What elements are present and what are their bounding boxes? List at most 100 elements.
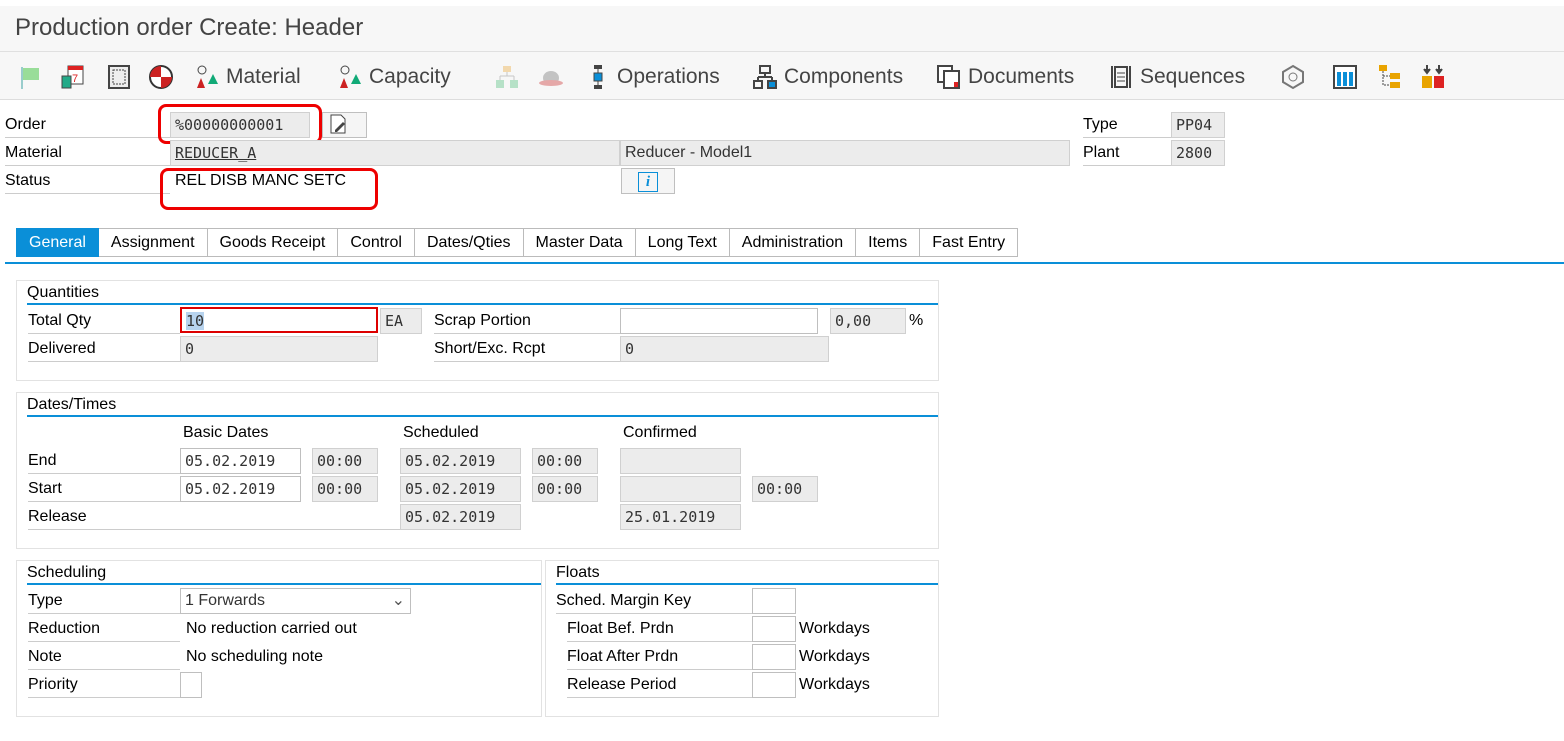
basic-dates-header: Basic Dates bbox=[183, 424, 269, 441]
sched-type-select[interactable]: 1 Forwards ⌄ bbox=[180, 588, 411, 614]
tab-items[interactable]: Items bbox=[856, 228, 921, 257]
table-button[interactable] bbox=[1332, 62, 1358, 92]
end-basic-date-input[interactable]: 05.02.2019 bbox=[180, 448, 301, 474]
tree-icon bbox=[1377, 64, 1403, 90]
note-value: No scheduling note bbox=[186, 648, 323, 665]
tab-control[interactable]: Control bbox=[338, 228, 415, 257]
toolbar: 7 Material Capacity Operations Component… bbox=[0, 52, 1564, 100]
calculator-button[interactable] bbox=[106, 62, 132, 92]
sched-type-label: Type bbox=[28, 588, 180, 614]
operations-icon bbox=[585, 64, 611, 90]
documents-icon bbox=[936, 64, 962, 90]
scheduling-title: Scheduling bbox=[27, 561, 541, 585]
delivered-field: 0 bbox=[180, 336, 378, 362]
status-info-button[interactable]: i bbox=[621, 168, 675, 194]
type-field: PP04 bbox=[1171, 112, 1225, 138]
hierarchy-icon bbox=[494, 64, 520, 90]
network-button[interactable] bbox=[1280, 62, 1306, 92]
note-label: Note bbox=[28, 644, 180, 670]
type-label: Type bbox=[1083, 112, 1171, 138]
operations-button[interactable]: Operations bbox=[585, 62, 720, 92]
calendar-button[interactable]: 7 bbox=[60, 62, 86, 92]
short-exc-label: Short/Exc. Rcpt bbox=[434, 336, 620, 362]
hat-button[interactable] bbox=[538, 62, 564, 92]
start-confirmed-field bbox=[620, 476, 741, 502]
tab-underline bbox=[5, 262, 1564, 264]
pie-chart-button[interactable] bbox=[148, 62, 174, 92]
sched-margin-input[interactable] bbox=[752, 588, 796, 614]
reduction-label: Reduction bbox=[28, 616, 180, 642]
material-description: Reducer - Model1 bbox=[620, 140, 1070, 166]
scrap-portion-input[interactable] bbox=[620, 308, 818, 334]
start-sched-date-field: 05.02.2019 bbox=[400, 476, 521, 502]
svg-text:7: 7 bbox=[72, 73, 78, 85]
total-qty-input[interactable]: 10 bbox=[180, 307, 378, 333]
priority-input[interactable] bbox=[180, 672, 202, 698]
release-sched-field: 05.02.2019 bbox=[400, 504, 521, 530]
release-period-label: Release Period bbox=[567, 672, 752, 698]
release-period-input[interactable] bbox=[752, 672, 796, 698]
start-basic-time-field: 00:00 bbox=[312, 476, 378, 502]
float-before-input[interactable] bbox=[752, 616, 796, 642]
hierarchy-button[interactable] bbox=[494, 62, 520, 92]
tab-master-data[interactable]: Master Data bbox=[523, 228, 636, 257]
tab-assignment[interactable]: Assignment bbox=[98, 228, 208, 257]
material-label: Material bbox=[5, 140, 170, 166]
sort-icon bbox=[1420, 64, 1446, 90]
network-icon bbox=[1280, 64, 1306, 90]
capacity-icon bbox=[337, 64, 363, 90]
edit-order-button[interactable] bbox=[322, 112, 367, 138]
status-label: Status bbox=[5, 168, 170, 194]
sched-margin-label: Sched. Margin Key bbox=[556, 588, 752, 614]
release-confirmed-field: 25.01.2019 bbox=[620, 504, 741, 530]
start-confirmed-time-field: 00:00 bbox=[752, 476, 818, 502]
components-button[interactable]: Components bbox=[752, 62, 903, 92]
hat-icon bbox=[538, 64, 564, 90]
end-confirmed-field bbox=[620, 448, 741, 474]
calculator-icon bbox=[106, 64, 132, 90]
float-after-input[interactable] bbox=[752, 644, 796, 670]
float-before-unit: Workdays bbox=[799, 620, 870, 637]
material-field[interactable]: REDUCER_A bbox=[170, 140, 620, 166]
plant-label: Plant bbox=[1083, 140, 1171, 166]
confirmed-header: Confirmed bbox=[623, 424, 697, 441]
order-label: Order bbox=[5, 112, 170, 138]
dates-title: Dates/Times bbox=[27, 393, 938, 417]
tab-dates-qties[interactable]: Dates/Qties bbox=[414, 228, 524, 257]
table-icon bbox=[1332, 64, 1358, 90]
end-basic-time-field: 00:00 bbox=[312, 448, 378, 474]
components-icon bbox=[752, 64, 778, 90]
tab-fast-entry[interactable]: Fast Entry bbox=[920, 228, 1019, 257]
chevron-down-icon: ⌄ bbox=[391, 592, 405, 609]
total-qty-label: Total Qty bbox=[28, 308, 180, 334]
tree-button[interactable] bbox=[1377, 62, 1403, 92]
start-basic-date-input[interactable]: 05.02.2019 bbox=[180, 476, 301, 502]
start-sched-time-field: 00:00 bbox=[532, 476, 598, 502]
flag-button[interactable] bbox=[18, 62, 44, 92]
delivered-label: Delivered bbox=[28, 336, 180, 362]
pie-chart-icon bbox=[148, 64, 174, 90]
order-highlight bbox=[158, 104, 322, 144]
end-sched-date-field: 05.02.2019 bbox=[400, 448, 521, 474]
scrap-portion-label: Scrap Portion bbox=[434, 308, 620, 334]
plant-field: 2800 bbox=[1171, 140, 1225, 166]
status-highlight bbox=[160, 168, 378, 210]
tab-long-text[interactable]: Long Text bbox=[635, 228, 730, 257]
float-after-unit: Workdays bbox=[799, 648, 870, 665]
tab-administration[interactable]: Administration bbox=[729, 228, 857, 257]
sort-button[interactable] bbox=[1420, 62, 1446, 92]
capacity-button[interactable]: Capacity bbox=[337, 62, 451, 92]
tab-goods-receipt[interactable]: Goods Receipt bbox=[207, 228, 339, 257]
material-button[interactable]: Material bbox=[194, 62, 301, 92]
edit-icon bbox=[327, 114, 349, 139]
start-label: Start bbox=[28, 476, 180, 502]
quantities-title: Quantities bbox=[27, 281, 938, 305]
tab-general[interactable]: General bbox=[16, 228, 99, 257]
short-exc-field: 0 bbox=[620, 336, 829, 362]
end-sched-time-field: 00:00 bbox=[532, 448, 598, 474]
percent-sign: % bbox=[909, 312, 924, 329]
sequences-button[interactable]: Sequences bbox=[1108, 62, 1245, 92]
priority-label: Priority bbox=[28, 672, 180, 698]
calendar-icon: 7 bbox=[60, 64, 86, 90]
documents-button[interactable]: Documents bbox=[936, 62, 1074, 92]
